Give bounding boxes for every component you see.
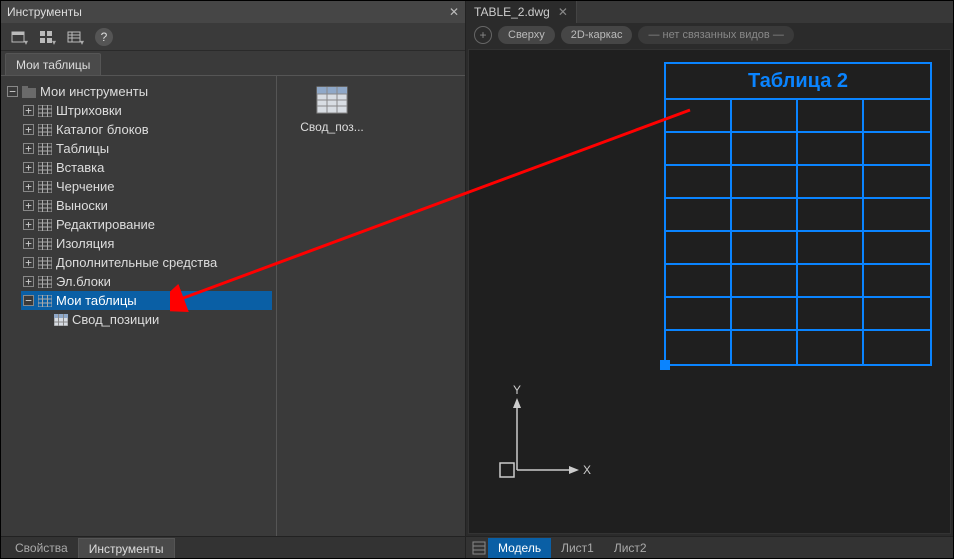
tab-properties[interactable]: Свойства [5,538,78,558]
tab-sheet1[interactable]: Лист1 [551,538,604,558]
view-pill-linked[interactable]: — нет связанных видов — [638,26,793,44]
expander-icon[interactable]: + [23,257,34,268]
grid-icon [38,295,52,307]
layout-quick-icon[interactable] [470,539,488,557]
tree-item[interactable]: + Выноски [21,196,272,215]
close-tab-icon[interactable]: ✕ [558,5,568,19]
panel-title-text: Инструменты [7,5,82,19]
tree-item[interactable]: + Таблицы [21,139,272,158]
tree-label: Мои инструменты [40,84,148,99]
tree-item[interactable]: + Редактирование [21,215,272,234]
expander-icon[interactable]: + [23,162,34,173]
ucs-icon: Y X [497,390,587,493]
tools-panel: Инструменты ✕ ? Мои таблицы [1,1,466,558]
app-root: Инструменты ✕ ? Мои таблицы [0,0,954,559]
list-mode-button[interactable] [63,26,85,48]
grid-icon [38,124,52,136]
tab-sheet2[interactable]: Лист2 [604,538,657,558]
table-icon [54,314,68,326]
expander-icon[interactable]: + [23,181,34,192]
grid-icon [38,143,52,155]
grid-icon [38,219,52,231]
svg-text:Y: Y [513,383,521,397]
tree-label: Изоляция [56,236,114,251]
drawing-viewport[interactable]: Таблица 2 Y X [468,49,951,534]
view-toolbar: + Сверху 2D-каркас — нет связанных видов… [466,23,953,47]
left-bottom-tabs: Свойства Инструменты [1,536,465,558]
expander-icon[interactable]: + [23,143,34,154]
grid-icon [38,276,52,288]
tree-item[interactable]: + Дополнительные средства [21,253,272,272]
cad-table-grid [666,100,930,364]
expander-icon[interactable]: − [7,86,18,97]
tree-item[interactable]: + Черчение [21,177,272,196]
tree-item[interactable]: + Изоляция [21,234,272,253]
new-palette-button[interactable] [7,26,29,48]
tree-label: Выноски [56,198,108,213]
document-tab-bar: TABLE_2.dwg ✕ [466,1,953,23]
grid-icon [38,162,52,174]
layout-tabs: Модель Лист1 Лист2 [466,536,953,558]
expander-icon[interactable]: − [23,295,34,306]
grid-icon [38,257,52,269]
tree-item[interactable]: + Штриховки [21,101,272,120]
add-view-button[interactable]: + [474,26,492,44]
close-icon[interactable]: ✕ [449,5,459,19]
expander-icon[interactable]: + [23,276,34,287]
expander-icon[interactable]: + [23,105,34,116]
expander-icon[interactable]: + [23,238,34,249]
grid-icon [38,181,52,193]
grid-icon [38,238,52,250]
grid-icon [38,105,52,117]
tab-tools[interactable]: Инструменты [78,538,175,558]
document-tab-label: TABLE_2.dwg [474,5,550,19]
preview-label: Свод_поз... [287,120,377,134]
tree-label: Таблицы [56,141,109,156]
tree-label: Штриховки [56,103,122,118]
document-area: TABLE_2.dwg ✕ + Сверху 2D-каркас — нет с… [466,1,953,558]
expander-icon[interactable]: + [23,124,34,135]
tree-label: Дополнительные средства [56,255,217,270]
table-icon [316,86,348,114]
cad-table-title: Таблица 2 [666,64,930,100]
view-mode-button[interactable] [35,26,57,48]
panel-body: − Мои инструменты + Штриховки + Каталог бло… [1,75,465,536]
tree-label: Черчение [56,179,115,194]
tab-model[interactable]: Модель [488,538,551,558]
selection-grip[interactable] [660,360,670,370]
expander-icon[interactable]: + [23,219,34,230]
tree-label: Редактирование [56,217,155,232]
folder-icon [22,86,36,98]
tree-item-selected[interactable]: − Мои таблицы [21,291,272,310]
view-pill-top[interactable]: Сверху [498,26,555,44]
expander-icon[interactable]: + [23,200,34,211]
help-button[interactable]: ? [95,28,113,46]
document-tab[interactable]: TABLE_2.dwg ✕ [466,1,577,23]
tree-root[interactable]: − Мои инструменты [5,82,272,101]
palette-tabstrip: Мои таблицы [1,51,465,75]
tree-label: Эл.блоки [56,274,111,289]
preview-item[interactable]: Свод_поз... [287,86,377,134]
tree-label: Мои таблицы [56,293,137,308]
view-pill-style[interactable]: 2D-каркас [561,26,633,44]
preview-pane: Свод_поз... [276,76,465,536]
tree-label: Свод_позиции [72,312,159,327]
tree-view[interactable]: − Мои инструменты + Штриховки + Каталог бло… [1,76,276,536]
panel-titlebar: Инструменты ✕ [1,1,465,23]
grid-icon [38,200,52,212]
cad-table[interactable]: Таблица 2 [664,62,932,366]
panel-toolbar: ? [1,23,465,51]
tree-label: Вставка [56,160,104,175]
tree-item[interactable]: Свод_позиции [37,310,272,329]
tree-label: Каталог блоков [56,122,149,137]
palette-tab-active[interactable]: Мои таблицы [5,53,101,75]
svg-text:X: X [583,463,591,477]
tree-item[interactable]: + Вставка [21,158,272,177]
tree-item[interactable]: + Каталог блоков [21,120,272,139]
tree-item[interactable]: + Эл.блоки [21,272,272,291]
